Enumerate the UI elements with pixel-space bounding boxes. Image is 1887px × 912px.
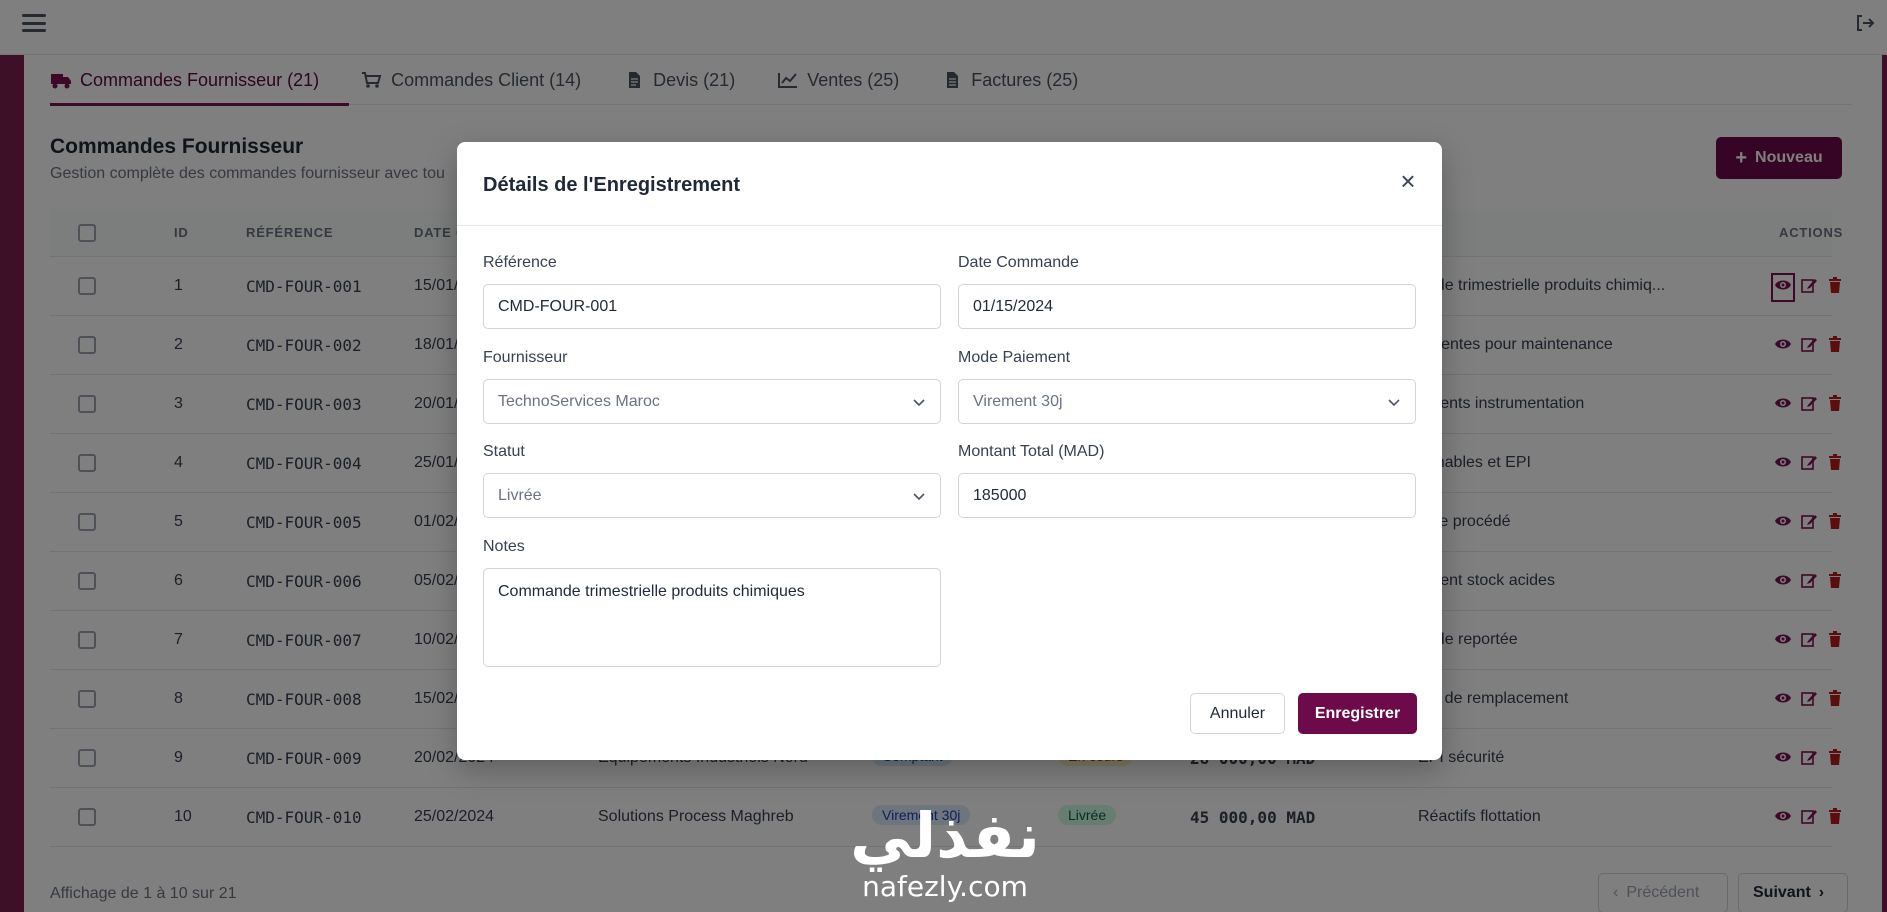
watermark-logo: نفذلي nafezly.com — [835, 800, 1055, 910]
watermark-arabic: نفذلي — [850, 799, 1040, 872]
chevron-down-icon — [913, 398, 925, 406]
supplier-label: Fournisseur — [483, 349, 568, 366]
chevron-down-icon — [913, 492, 925, 500]
reference-label: Référence — [483, 254, 557, 271]
supplier-select[interactable]: TechnoServices Maroc — [483, 379, 941, 424]
date-label: Date Commande — [958, 254, 1079, 271]
reference-input[interactable]: CMD-FOUR-001 — [483, 284, 941, 329]
notes-label: Notes — [483, 538, 525, 555]
payment-select[interactable]: Virement 30j — [958, 379, 1416, 424]
supplier-value: TechnoServices Maroc — [498, 392, 660, 410]
status-select[interactable]: Livrée — [483, 473, 941, 518]
amount-label: Montant Total (MAD) — [958, 443, 1105, 460]
cancel-button[interactable]: Annuler — [1190, 693, 1285, 734]
modal-header: Détails de l'Enregistrement × — [457, 142, 1442, 226]
save-button[interactable]: Enregistrer — [1298, 693, 1417, 734]
close-icon[interactable]: × — [1398, 168, 1418, 194]
watermark-url: nafezly.com — [862, 870, 1028, 903]
payment-label: Mode Paiement — [958, 349, 1071, 366]
details-modal: Détails de l'Enregistrement × Référence … — [457, 142, 1442, 760]
chevron-down-icon — [1388, 398, 1400, 406]
status-value: Livrée — [498, 486, 542, 504]
notes-textarea[interactable]: Commande trimestrielle produits chimique… — [483, 568, 941, 667]
payment-value: Virement 30j — [973, 392, 1063, 410]
date-input[interactable]: 01/15/2024 — [958, 284, 1416, 329]
status-label: Statut — [483, 443, 525, 460]
amount-input[interactable]: 185000 — [958, 473, 1416, 518]
modal-title: Détails de l'Enregistrement — [483, 174, 741, 196]
